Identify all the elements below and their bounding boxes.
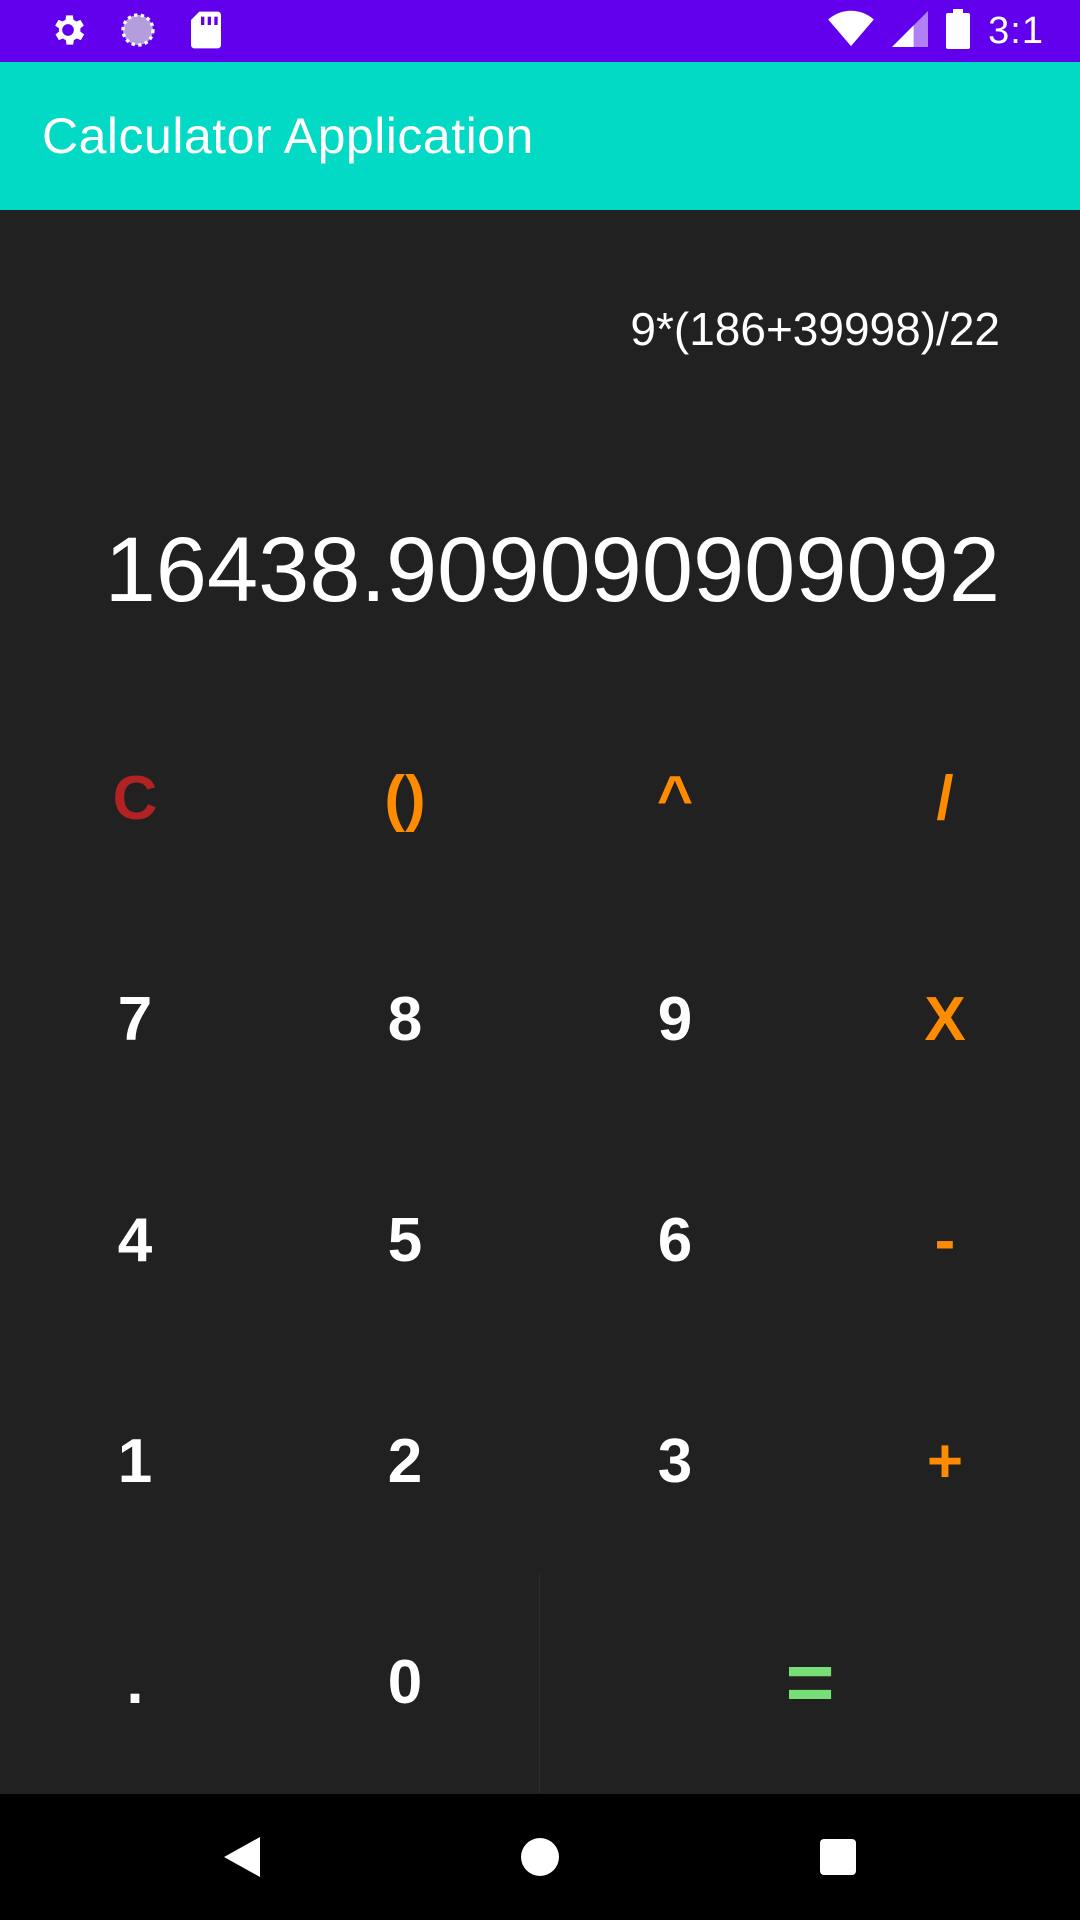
gear-icon: [48, 10, 88, 55]
digit-7-button[interactable]: 7: [0, 909, 270, 1130]
clear-button[interactable]: C: [0, 688, 270, 909]
digit-4-button[interactable]: 4: [0, 1130, 270, 1351]
digit-6-button[interactable]: 6: [540, 1130, 810, 1351]
battery-icon: [946, 8, 971, 54]
expression-display: 9*(186+39998)/22: [630, 303, 1000, 355]
divider: [539, 1572, 540, 1793]
signal-icon: [892, 10, 929, 53]
app-title: Calculator Application: [42, 108, 534, 164]
power-button[interactable]: ^: [540, 688, 810, 909]
digit-0-button[interactable]: 0: [270, 1572, 540, 1793]
sync-icon: [118, 10, 158, 55]
decimal-button[interactable]: .: [0, 1572, 270, 1793]
digit-1-button[interactable]: 1: [0, 1351, 270, 1572]
recents-icon[interactable]: [810, 1829, 866, 1885]
navigation-bar: [0, 1794, 1080, 1920]
equals-button[interactable]: =: [540, 1572, 1080, 1793]
keypad-row: . 0 =: [0, 1572, 1080, 1793]
wifi-icon: [828, 10, 874, 53]
digit-3-button[interactable]: 3: [540, 1351, 810, 1572]
keypad-row: C () ^ /: [0, 688, 1080, 909]
digit-8-button[interactable]: 8: [270, 909, 540, 1130]
sd-card-icon: [188, 10, 224, 55]
digit-2-button[interactable]: 2: [270, 1351, 540, 1572]
subtract-button[interactable]: -: [810, 1130, 1080, 1351]
clock-text: 3:1: [988, 9, 1044, 52]
keypad-row: 4 5 6 -: [0, 1130, 1080, 1351]
result-display: 16438.909090909092: [104, 519, 1000, 621]
keypad-row: 1 2 3 +: [0, 1351, 1080, 1572]
parentheses-button[interactable]: (): [270, 688, 540, 909]
multiply-button[interactable]: X: [810, 909, 1080, 1130]
add-button[interactable]: +: [810, 1351, 1080, 1572]
digit-9-button[interactable]: 9: [540, 909, 810, 1130]
digit-5-button[interactable]: 5: [270, 1130, 540, 1351]
status-bar: 3:1: [0, 0, 1080, 62]
home-icon[interactable]: [512, 1829, 568, 1885]
divide-button[interactable]: /: [810, 688, 1080, 909]
app-bar: Calculator Application: [0, 62, 1080, 210]
back-icon[interactable]: [214, 1829, 270, 1885]
keypad: C () ^ / 7 8 9 X 4 5 6 - 1 2 3 + . 0 =: [0, 688, 1080, 1794]
keypad-row: 7 8 9 X: [0, 909, 1080, 1130]
